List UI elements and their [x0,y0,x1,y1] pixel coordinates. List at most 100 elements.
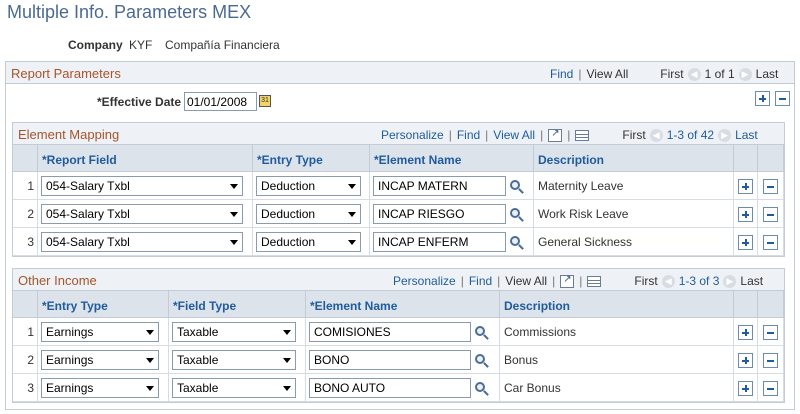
add-row-button[interactable] [738,325,753,340]
column-header-entry-type[interactable]: *Entry Type [253,145,370,172]
select-value: 054-Salary Txbl [46,207,130,221]
column-header-entry-type[interactable]: *Entry Type [38,291,169,318]
delete-row-button[interactable] [763,381,778,396]
column-header-description[interactable]: Description [500,291,734,318]
arrow-left-icon[interactable]: ◀ [661,274,675,288]
last-link[interactable]: Last [735,128,758,142]
find-link[interactable]: Find [550,67,573,81]
entry-type-select[interactable]: Deduction [256,232,361,252]
download-grid-icon[interactable] [575,129,590,141]
element-name-input[interactable]: BONO AUTO [309,378,471,398]
row-number: 1 [13,172,38,200]
nav-separator: | [578,67,582,81]
report-field-select[interactable]: 054-Salary Txbl [41,204,243,224]
add-row-button[interactable] [738,353,753,368]
nav-separator: | [540,128,544,142]
select-value: 054-Salary Txbl [46,179,130,193]
element-name-input[interactable]: BONO [309,350,471,370]
search-icon[interactable] [510,208,520,218]
find-link[interactable]: Find [457,128,480,142]
view-all-link[interactable]: View All [493,128,535,142]
arrow-right-icon[interactable]: ▶ [738,67,752,81]
element-name-input[interactable]: INCAP RIESGO [373,204,506,224]
add-row-button[interactable] [738,235,753,250]
zoom-icon[interactable] [560,274,575,288]
chevron-down-icon [230,212,238,217]
column-header-report-field[interactable]: *Report Field [38,145,253,172]
delete-row-button[interactable] [763,207,778,222]
other-income-header: Other Income Personalize | Find | View A… [13,269,784,291]
delete-row-button[interactable] [763,235,778,250]
element-mapping-title: Element Mapping [18,127,120,142]
entry-type-select[interactable]: Deduction [256,176,361,196]
column-header-element-name[interactable]: *Element Name [370,145,534,172]
element-name-input[interactable]: COMISIONES [309,322,471,342]
field-type-select[interactable]: Taxable [172,350,296,370]
company-name: Compañía Financiera [165,38,280,52]
add-row-button[interactable] [738,179,753,194]
download-grid-icon[interactable] [587,275,602,287]
description-text: Work Risk Leave [538,207,629,221]
delete-row-button[interactable] [763,179,778,194]
row-number: 3 [13,374,38,402]
delete-row-button[interactable] [763,353,778,368]
nav-separator: | [448,128,452,142]
view-all-link[interactable]: View All [586,67,628,81]
report-field-select[interactable]: 054-Salary Txbl [41,176,243,196]
nav-separator: | [485,128,489,142]
nav-separator: | [497,274,501,288]
report-field-select[interactable]: 054-Salary Txbl [41,232,243,252]
entry-type-select[interactable]: Earnings [41,322,159,342]
delete-row-button[interactable] [763,325,778,340]
effective-date-input[interactable]: 01/01/2008 [184,92,257,111]
chevron-down-icon [146,330,154,335]
nav-separator: | [460,274,464,288]
chevron-down-icon [348,240,356,245]
other-income-title: Other Income [18,273,97,288]
column-header-rownum [13,145,38,172]
delete-row-button[interactable] [775,91,790,106]
column-header-rownum [13,291,38,318]
nav-separator: | [579,274,583,288]
find-link[interactable]: Find [469,274,492,288]
personalize-link[interactable]: Personalize [381,128,444,142]
chevron-down-icon [283,386,291,391]
personalize-link[interactable]: Personalize [393,274,456,288]
chevron-down-icon [283,358,291,363]
last-label: Last [755,67,779,81]
column-header-delete [758,291,784,318]
select-value: Taxable [177,381,219,395]
column-header-description[interactable]: Description [534,145,734,172]
element-name-input[interactable]: INCAP MATERN [373,176,506,196]
calendar-icon[interactable]: 31 [259,95,271,107]
zoom-icon[interactable] [548,128,563,142]
arrow-left-icon[interactable]: ◀ [649,128,663,142]
search-icon[interactable] [475,354,485,364]
add-row-button[interactable] [738,381,753,396]
row-number: 1 [13,318,38,346]
entry-type-select[interactable]: Earnings [41,378,159,398]
entry-type-select[interactable]: Deduction [256,204,361,224]
field-type-select[interactable]: Taxable [172,322,296,342]
add-row-button[interactable] [755,91,770,106]
search-icon[interactable] [510,180,520,190]
column-header-field-type[interactable]: *Field Type [169,291,306,318]
company-code: KYF [129,38,153,52]
field-type-select[interactable]: Taxable [172,378,296,398]
view-all-link[interactable]: View All [505,274,547,288]
nav-separator: | [552,274,556,288]
row-number: 2 [13,200,38,228]
arrow-left-icon[interactable]: ◀ [687,67,701,81]
element-name-input[interactable]: INCAP ENFERM [373,232,506,252]
chevron-down-icon [348,212,356,217]
entry-type-select[interactable]: Earnings [41,350,159,370]
select-value: Taxable [177,325,219,339]
search-icon[interactable] [475,382,485,392]
column-header-element-name[interactable]: *Element Name [306,291,500,318]
add-row-button[interactable] [738,207,753,222]
search-icon[interactable] [475,326,485,336]
search-icon[interactable] [510,236,520,246]
row-number: 2 [13,346,38,374]
arrow-right-icon[interactable]: ▶ [723,274,737,288]
arrow-right-icon[interactable]: ▶ [718,128,732,142]
